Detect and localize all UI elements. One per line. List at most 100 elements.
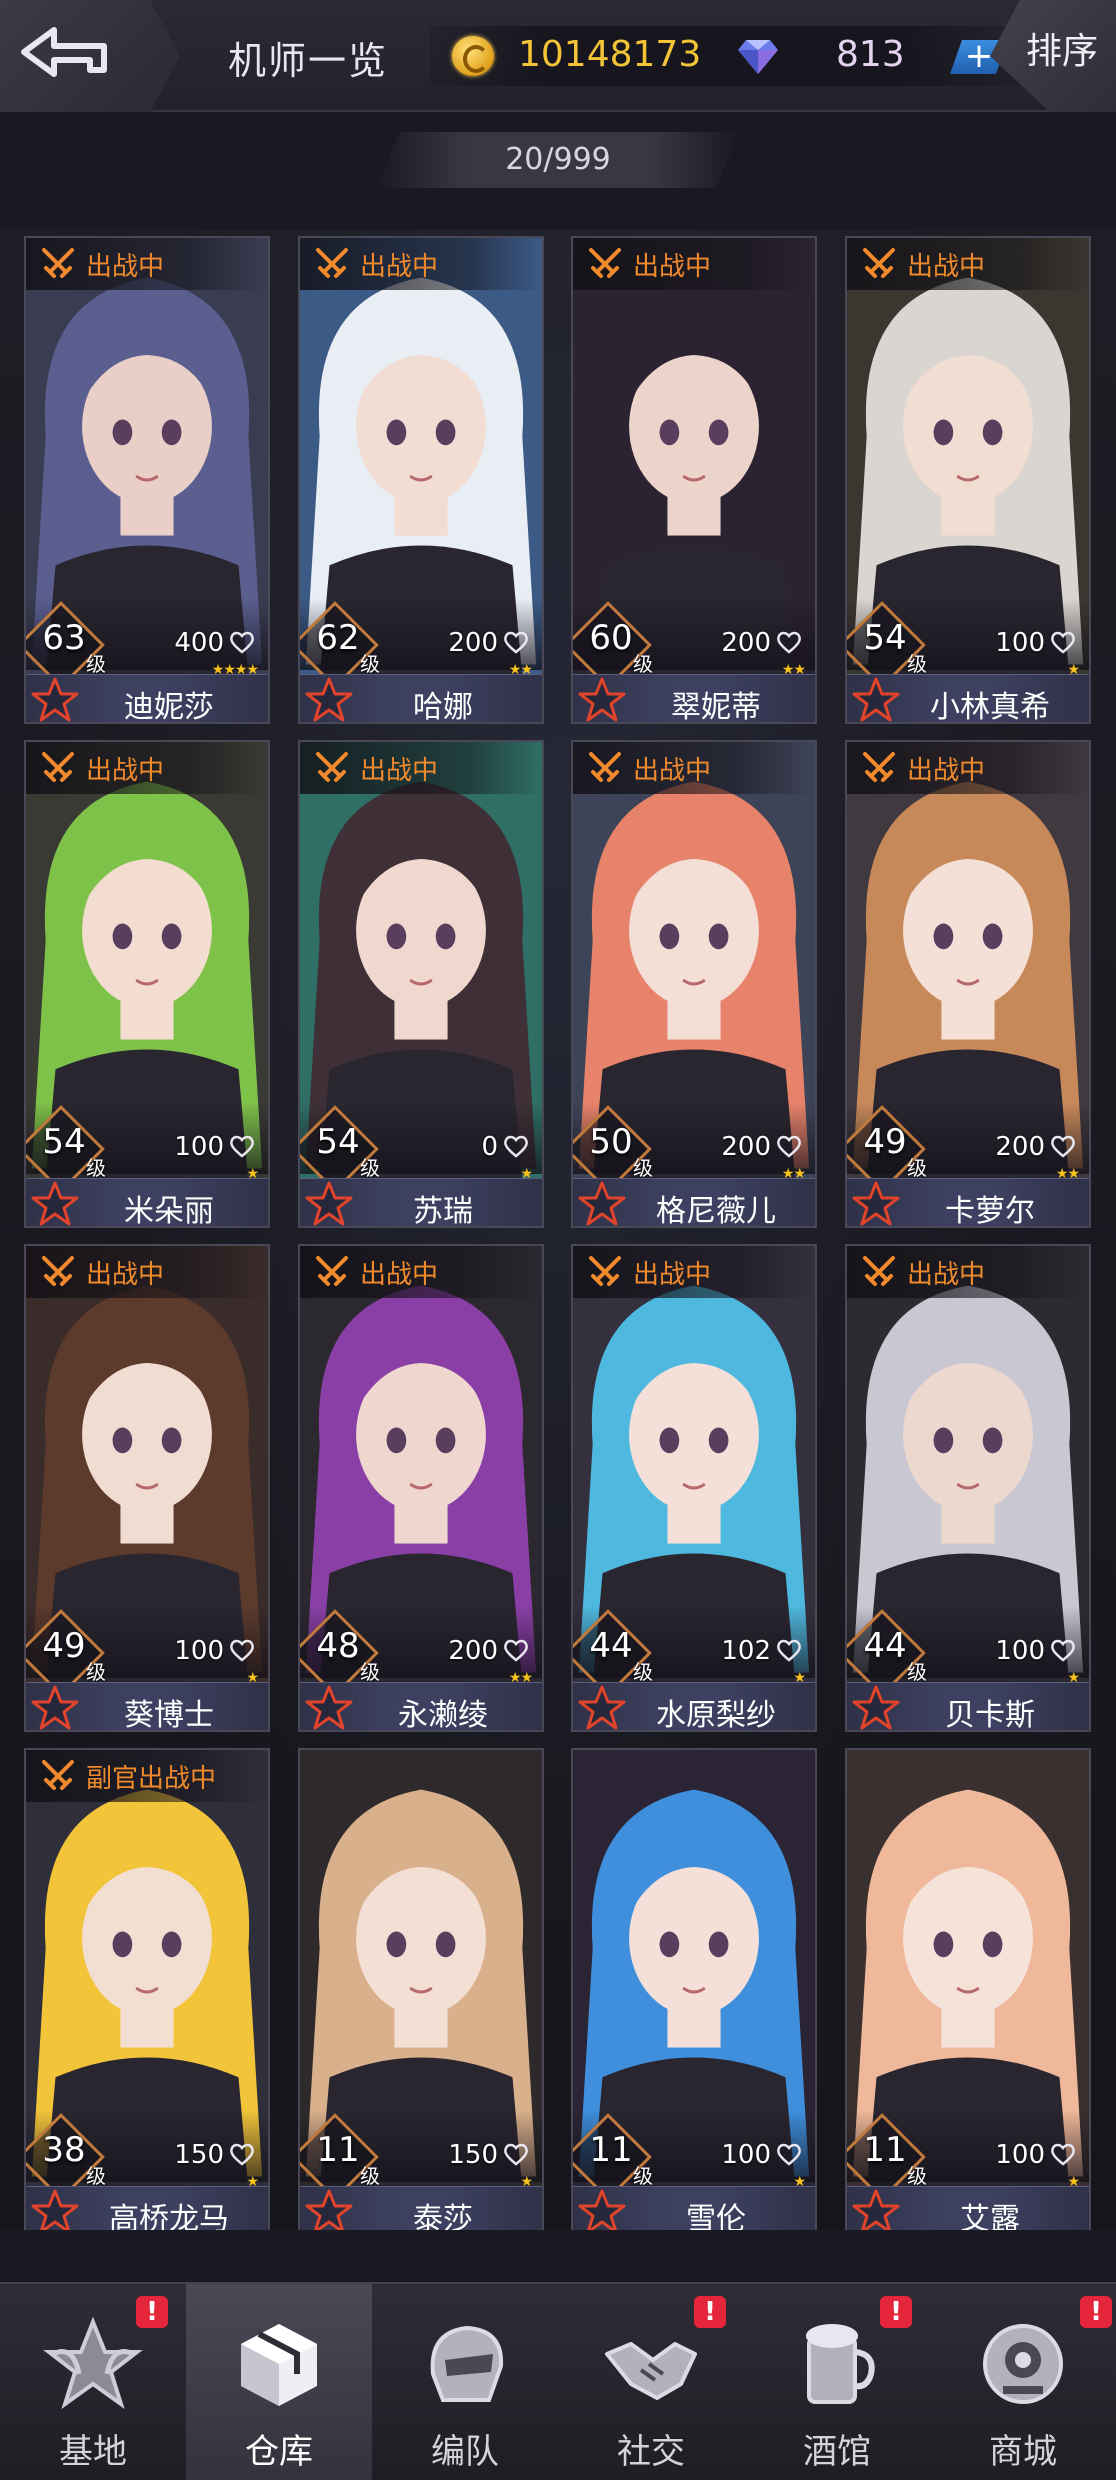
level-unit: 级	[907, 1660, 927, 1684]
pilot-level: 38	[42, 2130, 86, 2170]
back-button[interactable]	[0, 0, 180, 112]
pilot-card[interactable]: 出战中 49 级 100 ★ 葵博士	[24, 1244, 270, 1732]
bottom-nav: 基地! 仓库 编队 社交! 酒馆! 商城!	[0, 2282, 1116, 2480]
pilot-name: 迪妮莎	[124, 690, 214, 724]
pilot-card[interactable]: 出战中 54 级 0 ★ 苏瑞	[298, 740, 544, 1228]
level-unit: 级	[360, 1156, 380, 1180]
base-star-icon	[43, 2316, 143, 2410]
handshake-icon	[605, 2342, 697, 2400]
affection-heart-icon	[230, 1135, 254, 1158]
pilot-level: 63	[42, 618, 86, 658]
deployment-tag: 出战中	[26, 238, 268, 290]
level-unit: 级	[86, 2164, 106, 2188]
nav-tab-warehouse-cube[interactable]: 仓库	[186, 2284, 372, 2480]
deployment-tag: 出战中	[300, 238, 542, 290]
nav-label: 编队	[431, 2432, 499, 2472]
nav-tab-handshake[interactable]: 社交!	[558, 2284, 744, 2480]
pilot-power: 200	[721, 1132, 771, 1162]
pilot-level: 11	[316, 2130, 360, 2170]
crossed-swords-icon	[589, 752, 621, 782]
pilot-card[interactable]: 出战中 62 级 200 ★★ 哈娜	[298, 236, 544, 724]
pilot-card[interactable]: 出战中 44 级 102 ★ 水原梨纱	[571, 1244, 817, 1732]
pilot-card[interactable]: 11 级 100 ★ 艾露	[845, 1748, 1091, 2230]
crossed-swords-icon	[42, 1760, 74, 1790]
pilot-level: 49	[863, 1122, 907, 1162]
level-unit: 级	[86, 1156, 106, 1180]
deployment-tag: 出战中	[26, 742, 268, 794]
nav-label: 商城	[989, 2432, 1057, 2472]
pilot-card[interactable]: 出战中 49 级 200 ★★ 卡萝尔	[845, 740, 1091, 1228]
pilot-power: 200	[448, 1636, 498, 1666]
affection-heart-icon	[504, 631, 528, 654]
level-unit: 级	[86, 652, 106, 676]
pilot-power: 200	[721, 628, 771, 658]
alert-badge: !	[694, 2296, 726, 2328]
top-bar: 机师一览 10148173 813 + 排序	[0, 0, 1116, 112]
level-unit: 级	[360, 652, 380, 676]
pilot-power: 200	[995, 1132, 1045, 1162]
crossed-swords-icon	[42, 1256, 74, 1286]
roster-count: 20/999	[376, 132, 740, 188]
pilot-name: 翠妮蒂	[671, 690, 761, 724]
deployment-tag: 出战中	[300, 1246, 542, 1298]
nav-tab-tavern-mug[interactable]: 酒馆!	[744, 2284, 930, 2480]
gem-amount: 813	[836, 34, 905, 75]
pilot-name: 雪伦	[686, 2202, 746, 2230]
affection-heart-icon	[1051, 1135, 1075, 1158]
affection-heart-icon	[777, 2143, 801, 2166]
affection-heart-icon	[777, 1639, 801, 1662]
level-unit: 级	[360, 2164, 380, 2188]
pilot-name: 苏瑞	[413, 1194, 473, 1228]
deployment-status: 出战中	[907, 1259, 986, 1290]
affection-heart-icon	[230, 631, 254, 654]
pilot-grid: 出战中 63 级 400 ★★★★ 迪妮莎 出战中 62 级 200 ★★ 哈娜 出战中 60 级 200…	[0, 230, 1116, 2230]
pilot-level: 54	[42, 1122, 86, 1162]
affection-heart-icon	[1051, 1639, 1075, 1662]
crossed-swords-icon	[42, 752, 74, 782]
nav-tab-shop-robot[interactable]: 商城!	[930, 2284, 1116, 2480]
crossed-swords-icon	[316, 1256, 348, 1286]
pilot-card[interactable]: 出战中 63 级 400 ★★★★ 迪妮莎	[24, 236, 270, 724]
deployment-status: 出战中	[86, 1259, 165, 1290]
level-unit: 级	[360, 1660, 380, 1684]
crossed-swords-icon	[589, 248, 621, 278]
pilot-power: 100	[995, 2140, 1045, 2170]
pilot-card[interactable]: 副官出战中 38 级 150 ★ 高桥龙马	[24, 1748, 270, 2230]
affection-heart-icon	[504, 1135, 528, 1158]
back-arrow-icon	[21, 27, 107, 77]
pilot-power: 100	[995, 628, 1045, 658]
pilot-level: 62	[316, 618, 360, 658]
pilot-power: 400	[174, 628, 224, 658]
deployment-status: 出战中	[360, 1259, 439, 1290]
alert-badge: !	[1080, 2296, 1112, 2328]
deployment-tag: 出战中	[573, 238, 815, 290]
pilot-card[interactable]: 出战中 54 级 100 ★ 米朵丽	[24, 740, 270, 1228]
pilot-name: 高桥龙马	[109, 2202, 229, 2230]
crossed-swords-icon	[42, 248, 74, 278]
formation-helmet-icon	[430, 2325, 504, 2402]
nav-tab-formation-helmet[interactable]: 编队	[372, 2284, 558, 2480]
pilot-card[interactable]: 出战中 50 级 200 ★★ 格尼薇儿	[571, 740, 817, 1228]
diamond-gem-icon	[738, 40, 778, 74]
pilot-card[interactable]: 11 级 150 ★ 泰莎	[298, 1748, 544, 2230]
crossed-swords-icon	[316, 248, 348, 278]
affection-heart-icon	[504, 1639, 528, 1662]
gold-amount: 10148173	[518, 34, 702, 75]
nav-tab-base-star[interactable]: 基地!	[0, 2284, 186, 2480]
pilot-name: 泰莎	[413, 2202, 473, 2230]
pilot-card[interactable]: 11 级 100 ★ 雪伦	[571, 1748, 817, 2230]
affection-heart-icon	[504, 2143, 528, 2166]
deployment-status: 出战中	[86, 755, 165, 786]
pilot-level: 60	[589, 618, 633, 658]
affection-heart-icon	[1051, 631, 1075, 654]
warehouse-cube-icon	[241, 2324, 317, 2406]
pilot-power: 150	[174, 2140, 224, 2170]
crossed-swords-icon	[863, 248, 895, 278]
pilot-card[interactable]: 出战中 60 级 200 ★★ 翠妮蒂	[571, 236, 817, 724]
deployment-tag: 出战中	[573, 742, 815, 794]
pilot-level: 54	[863, 618, 907, 658]
deployment-status: 出战中	[907, 755, 986, 786]
pilot-card[interactable]: 出战中 54 级 100 ★ 小林真希	[845, 236, 1091, 724]
pilot-card[interactable]: 出战中 48 级 200 ★★ 永濑绫	[298, 1244, 544, 1732]
pilot-card[interactable]: 出战中 44 级 100 ★ 贝卡斯	[845, 1244, 1091, 1732]
